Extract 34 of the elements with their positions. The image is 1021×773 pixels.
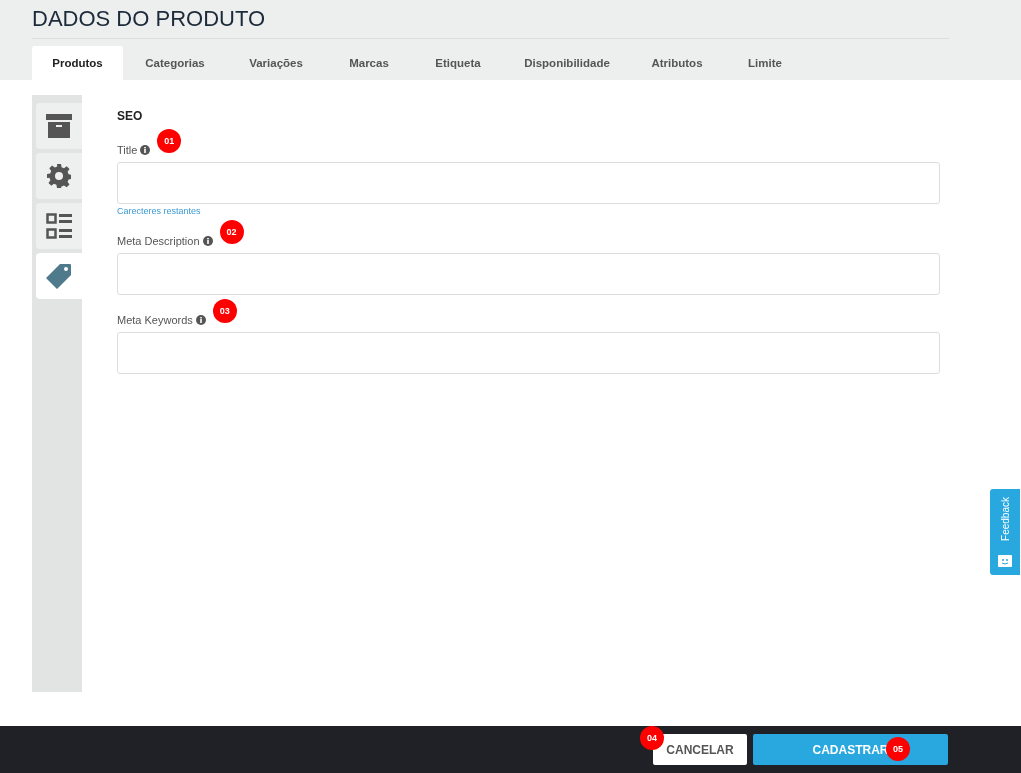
info-icon[interactable] bbox=[202, 236, 213, 246]
input-field[interactable] bbox=[117, 162, 940, 204]
input-field[interactable] bbox=[117, 332, 940, 374]
field-label: Meta Keywords bbox=[117, 314, 193, 326]
tab[interactable]: Etiqueta bbox=[413, 46, 503, 80]
info-icon[interactable] bbox=[140, 145, 151, 155]
tab[interactable]: Variações bbox=[227, 46, 325, 80]
page-title: DADOS DO PRODUTO bbox=[32, 6, 949, 39]
grid-list-icon bbox=[46, 213, 72, 239]
tab[interactable]: Marcas bbox=[327, 46, 411, 80]
section-title: SEO bbox=[117, 109, 144, 123]
side-tab[interactable] bbox=[36, 253, 82, 299]
info-icon[interactable] bbox=[195, 315, 206, 325]
annotation-marker: 04 bbox=[640, 726, 664, 750]
tab[interactable]: Limite bbox=[725, 46, 805, 80]
archive-box-icon bbox=[46, 114, 72, 138]
annotation-marker: 02 bbox=[219, 220, 244, 244]
chat-face-icon bbox=[998, 555, 1012, 567]
feedback-label: Feedback bbox=[999, 497, 1011, 541]
annotation-marker: 01 bbox=[157, 129, 182, 153]
tab[interactable]: Produtos bbox=[32, 46, 123, 80]
side-tab[interactable] bbox=[36, 203, 82, 249]
side-tab[interactable] bbox=[36, 153, 82, 199]
field-label: Title bbox=[117, 144, 138, 156]
tab[interactable]: Disponibilidade bbox=[505, 46, 629, 80]
annotation-marker: 03 bbox=[212, 299, 237, 323]
input-field[interactable] bbox=[117, 253, 940, 295]
helper-text: Carecteres restantes bbox=[117, 206, 202, 216]
tab[interactable]: Categorias bbox=[125, 46, 225, 80]
tab[interactable]: Atributos bbox=[631, 46, 723, 80]
tag-icon bbox=[46, 263, 72, 289]
settings-icon bbox=[47, 164, 71, 188]
field-label: Meta Description bbox=[117, 235, 200, 247]
side-tab[interactable] bbox=[36, 103, 82, 149]
